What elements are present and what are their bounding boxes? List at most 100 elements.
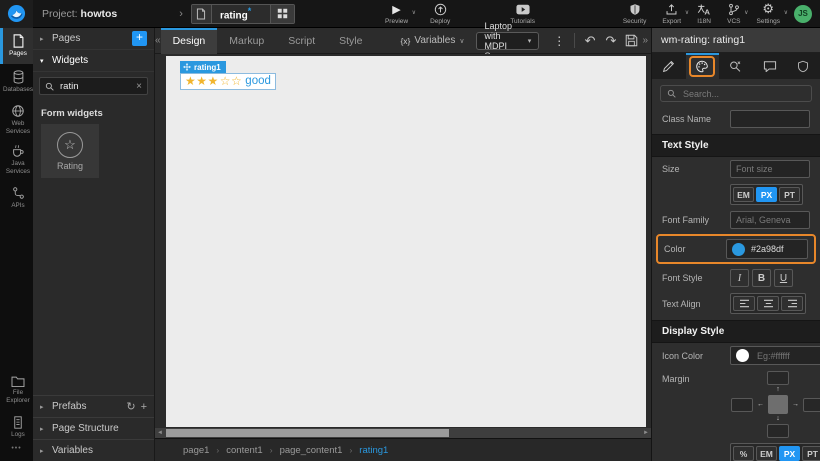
font-family-input[interactable] bbox=[730, 211, 810, 229]
icon-color-picker[interactable] bbox=[730, 346, 820, 365]
margin-left-input[interactable] bbox=[731, 398, 753, 412]
rail-more-icon[interactable]: ••• bbox=[0, 445, 33, 461]
page-canvas[interactable]: rating1 ★★★ ☆☆ good bbox=[166, 56, 646, 427]
rail-item-apis[interactable]: APIs bbox=[0, 179, 33, 215]
tab-security[interactable] bbox=[786, 53, 820, 79]
rating-stars-filled[interactable]: ★★★ bbox=[185, 74, 219, 88]
sidebar-section-pages[interactable]: ▸ Pages + bbox=[33, 28, 154, 50]
font-size-input[interactable] bbox=[730, 160, 810, 178]
tab-styles[interactable] bbox=[686, 53, 720, 79]
redo-button[interactable]: ↷ bbox=[601, 33, 622, 49]
search-icon bbox=[45, 82, 54, 91]
scroll-left-icon[interactable]: ◄ bbox=[155, 428, 165, 438]
rating-stars-empty[interactable]: ☆☆ bbox=[220, 74, 243, 88]
grid-view-icon[interactable] bbox=[270, 4, 294, 24]
add-prefab-icon[interactable]: + bbox=[141, 401, 147, 413]
breadcrumb-separator: › bbox=[270, 445, 273, 455]
rail-item-pages[interactable]: Pages bbox=[0, 28, 33, 64]
unit-px-button[interactable]: PX bbox=[756, 187, 777, 202]
icon-color-swatch[interactable] bbox=[736, 349, 749, 362]
color-swatch[interactable] bbox=[732, 243, 745, 256]
rating-widget[interactable]: ★★★ ☆☆ good bbox=[180, 73, 276, 90]
margin-unit-pt-button[interactable]: PT bbox=[802, 446, 820, 461]
save-button[interactable] bbox=[621, 34, 642, 47]
text-color-picker[interactable]: #2a98df bbox=[726, 239, 808, 259]
class-name-input[interactable] bbox=[730, 110, 810, 128]
rail-item-file-explorer[interactable]: File Explorer bbox=[0, 371, 33, 409]
align-center-button[interactable] bbox=[757, 296, 779, 311]
canvas-toolbar: « Design Markup Script Style {x} Variabl… bbox=[155, 28, 651, 54]
underline-button[interactable]: U bbox=[774, 269, 793, 287]
scrollbar-thumb[interactable] bbox=[166, 429, 449, 437]
rail-item-web-services[interactable]: Web Services bbox=[0, 100, 33, 140]
sidebar-section-widgets[interactable]: ▾ Widgets bbox=[33, 50, 154, 72]
tab-properties[interactable] bbox=[652, 53, 686, 79]
widget-selection-tag[interactable]: rating1 bbox=[180, 61, 226, 73]
device-selector[interactable]: Laptop with MDPI Screen ▾ bbox=[476, 32, 539, 50]
pages-icon bbox=[12, 34, 25, 48]
rating-widget-tile[interactable]: ☆ Rating bbox=[41, 124, 99, 178]
sidebar-section-prefabs[interactable]: ▸ Prefabs ↻ + bbox=[33, 395, 154, 417]
unit-em-button[interactable]: EM bbox=[733, 187, 754, 202]
variables-button[interactable]: {x} Variables ∨ bbox=[400, 35, 464, 46]
tab-script[interactable]: Script bbox=[276, 28, 327, 54]
tab-style[interactable]: Style bbox=[327, 28, 374, 54]
rail-item-logs[interactable]: Logs bbox=[0, 409, 33, 445]
breadcrumb-item[interactable]: content1 bbox=[226, 445, 262, 456]
panel-title: wm-rating: rating1 bbox=[652, 28, 820, 53]
align-right-icon bbox=[787, 299, 798, 308]
tab-events[interactable] bbox=[753, 53, 787, 79]
widget-search-input[interactable] bbox=[58, 80, 132, 93]
rail-item-java-services[interactable]: Java Services bbox=[0, 140, 33, 180]
italic-button[interactable]: I bbox=[730, 269, 749, 287]
sidebar-section-page-structure[interactable]: ▸ Page Structure bbox=[33, 417, 154, 439]
add-page-button[interactable]: + bbox=[132, 31, 147, 46]
margin-unit-percent-button[interactable]: % bbox=[733, 446, 754, 461]
breadcrumb-item[interactable]: page_content1 bbox=[280, 445, 343, 456]
widgets-sidebar: ▸ Pages + ▾ Widgets × Form widgets ☆ Rat… bbox=[33, 28, 155, 461]
export-icon bbox=[665, 3, 678, 16]
icon-color-input[interactable] bbox=[755, 350, 820, 362]
undo-button[interactable]: ↶ bbox=[580, 33, 601, 49]
breadcrumb-item[interactable]: page1 bbox=[183, 445, 209, 456]
page-tab-rating[interactable]: rating* bbox=[191, 4, 295, 24]
svg-text:A: A bbox=[705, 7, 711, 15]
unit-pt-button[interactable]: PT bbox=[779, 187, 800, 202]
caret-down-icon: ∨ bbox=[784, 9, 788, 16]
sidebar-section-variables[interactable]: ▸ Variables bbox=[33, 439, 154, 461]
margin-top-input[interactable] bbox=[767, 371, 789, 385]
database-icon bbox=[12, 70, 25, 84]
margin-right-input[interactable] bbox=[803, 398, 820, 412]
horizontal-scrollbar[interactable]: ◄ ► bbox=[155, 427, 651, 438]
rail-item-databases[interactable]: Databases bbox=[0, 64, 33, 100]
preview-button[interactable]: ▶ Preview ∨ bbox=[383, 3, 410, 25]
expand-right-icon[interactable]: » bbox=[642, 35, 648, 46]
margin-unit-em-button[interactable]: EM bbox=[756, 446, 777, 461]
margin-unit-px-button[interactable]: PX bbox=[779, 446, 800, 461]
tri-right-icon: ▸ bbox=[40, 447, 47, 455]
star-circle-icon: ☆ bbox=[57, 132, 83, 158]
refresh-icon[interactable]: ↻ bbox=[126, 400, 135, 413]
bold-button[interactable]: B bbox=[752, 269, 771, 287]
vcs-button[interactable]: VCS ∨ bbox=[725, 3, 742, 25]
deploy-button[interactable]: Deploy bbox=[428, 3, 452, 25]
tab-design[interactable]: Design bbox=[161, 28, 218, 54]
tri-right-icon: ▸ bbox=[40, 35, 47, 43]
align-right-button[interactable] bbox=[781, 296, 803, 311]
scroll-right-icon[interactable]: ► bbox=[641, 428, 651, 438]
settings-button[interactable]: ⚙ Settings ∨ bbox=[755, 3, 783, 25]
tutorials-button[interactable]: Tutorials bbox=[508, 3, 537, 25]
security-button[interactable]: Security bbox=[621, 3, 648, 25]
align-left-button[interactable] bbox=[733, 296, 755, 311]
i18n-button[interactable]: A I18N bbox=[695, 3, 713, 25]
wavemaker-logo-icon[interactable] bbox=[0, 0, 33, 28]
clear-search-icon[interactable]: × bbox=[136, 81, 142, 92]
more-menu-icon[interactable]: ⋮ bbox=[549, 34, 569, 48]
user-avatar[interactable]: JS bbox=[794, 5, 812, 23]
margin-bottom-input[interactable] bbox=[767, 424, 789, 438]
property-search-input[interactable] bbox=[681, 88, 805, 100]
breadcrumb-item-active[interactable]: rating1 bbox=[359, 445, 388, 456]
export-button[interactable]: Export ∨ bbox=[660, 3, 683, 25]
tab-markup[interactable]: Markup bbox=[217, 28, 276, 54]
tab-search-properties[interactable] bbox=[719, 53, 753, 79]
